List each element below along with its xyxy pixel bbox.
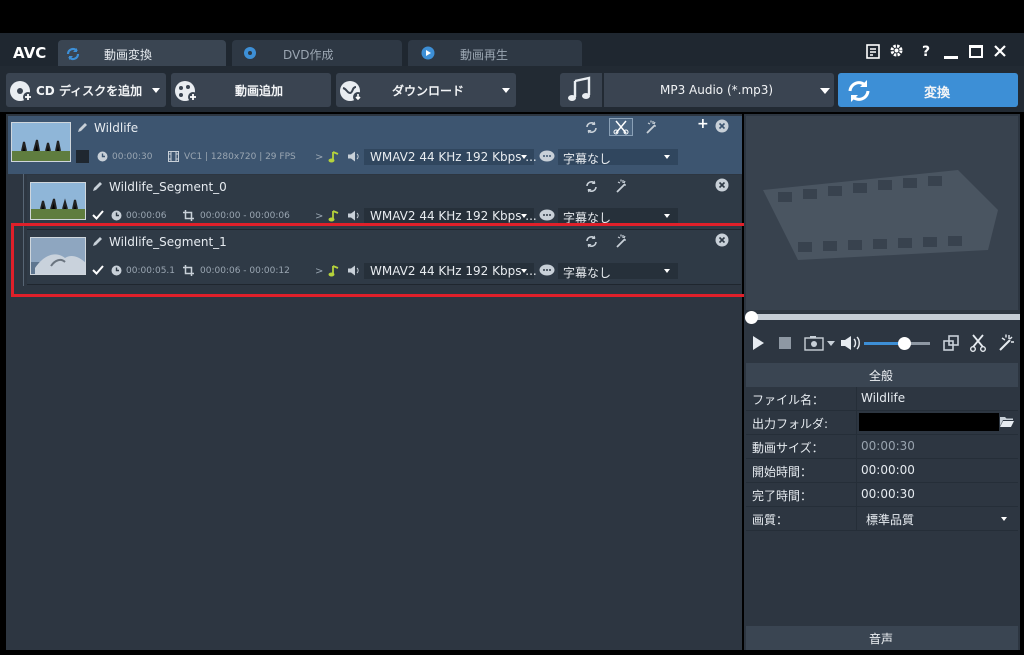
copy-icon[interactable]	[943, 335, 960, 352]
film-strip-icon	[168, 151, 179, 162]
audio-track-value: WMAV2 44 KHz 192 Kbps ...	[370, 209, 537, 223]
help-icon[interactable]: ?	[922, 44, 930, 60]
magic-wand-icon[interactable]	[644, 120, 658, 134]
tab-label: DVD作成	[283, 48, 334, 62]
add-video-label: 動画追加	[235, 84, 284, 98]
film-reel-icon	[758, 150, 1008, 270]
play-circle-icon	[421, 46, 435, 60]
format-divider	[602, 73, 604, 107]
property-label: 出力フォルダ:	[752, 417, 829, 431]
stop-icon[interactable]	[779, 337, 791, 349]
scissors-icon[interactable]	[969, 334, 987, 352]
seek-track[interactable]	[746, 314, 1020, 320]
property-label: 開始時間：	[752, 465, 813, 479]
chevron-right-icon[interactable]: >	[315, 152, 323, 163]
property-label: 画質：	[752, 513, 789, 527]
rotate-icon[interactable]	[585, 121, 598, 134]
checkmark-icon[interactable]	[92, 209, 104, 221]
camera-icon[interactable]	[804, 335, 824, 351]
file-name: Wildlife_Segment_0	[109, 180, 227, 194]
gear-icon[interactable]	[889, 43, 904, 58]
chevron-down-icon[interactable]	[152, 88, 160, 93]
audio-section-title: 音声	[869, 632, 894, 646]
output-folder-field[interactable]	[859, 413, 999, 431]
column-divider	[856, 387, 857, 531]
chevron-down-icon[interactable]	[820, 88, 830, 94]
property-label: 完了時間：	[752, 489, 813, 503]
properties-title: 全般	[869, 369, 894, 383]
remove-circle-icon[interactable]	[715, 119, 729, 133]
list-icon[interactable]	[866, 44, 881, 59]
subtitle-value: 字幕なし	[563, 152, 612, 166]
folder-open-icon[interactable]	[999, 415, 1015, 428]
subtitle-bubble-icon	[539, 150, 555, 163]
property-value: 00:00:30	[861, 439, 915, 453]
minimize-icon[interactable]	[944, 56, 958, 59]
seek-handle[interactable]	[745, 311, 758, 324]
remove-circle-icon[interactable]	[715, 178, 729, 192]
property-value: 標準品質	[866, 513, 915, 527]
file-name: Wildlife	[94, 121, 139, 135]
chevron-down-icon	[1001, 517, 1007, 521]
chevron-down-icon	[664, 214, 670, 218]
chevron-down-icon	[521, 214, 527, 218]
disc-icon	[243, 46, 257, 60]
app-logo: AVC	[13, 44, 47, 62]
property-value: Wildlife	[861, 391, 906, 405]
crop-icon	[183, 210, 194, 221]
chevron-down-icon	[664, 155, 670, 159]
music-note-icon	[566, 76, 594, 104]
subtitle-bubble-icon	[539, 209, 555, 222]
convert-label: 変換	[924, 86, 951, 101]
video-thumbnail	[11, 122, 71, 162]
edit-pencil-icon[interactable]	[92, 181, 103, 192]
magic-wand-icon[interactable]	[614, 179, 628, 193]
audio-note-icon	[328, 150, 340, 163]
convert-refresh-icon	[846, 78, 872, 104]
play-icon[interactable]	[753, 336, 764, 350]
property-label: 動画サイズ：	[752, 441, 824, 455]
duration: 00:00:06	[126, 211, 167, 221]
property-label: ファイル名：	[752, 393, 825, 407]
volume-icon[interactable]	[840, 335, 862, 351]
audio-note-icon	[328, 209, 340, 222]
add-icon[interactable]: +	[697, 116, 709, 132]
volume-knob[interactable]	[897, 337, 911, 350]
chevron-down-icon[interactable]	[502, 88, 510, 93]
video-info: VC1 | 1280x720 | 29 FPS	[184, 152, 296, 162]
film-add-icon	[173, 78, 199, 104]
download-label: ダウンロード	[392, 84, 465, 98]
close-icon[interactable]	[993, 44, 1007, 58]
tab-label: 動画変換	[104, 48, 153, 62]
chevron-down-icon[interactable]	[827, 341, 835, 346]
maximize-icon[interactable]	[969, 45, 983, 58]
speaker-icon	[347, 210, 361, 221]
audio-track-value: WMAV2 44 KHz 192 Kbps ...	[370, 150, 537, 164]
property-value[interactable]: 00:00:00	[861, 463, 915, 477]
rotate-icon[interactable]	[585, 180, 598, 193]
refresh-icon	[66, 47, 80, 61]
video-thumbnail	[30, 182, 86, 220]
output-format-label: MP3 Audio (*.mp3)	[660, 83, 774, 97]
chevron-right-icon[interactable]: >	[315, 211, 323, 222]
checkbox-unchecked[interactable]	[76, 150, 89, 163]
clock-icon	[97, 151, 108, 162]
globe-download-icon	[338, 78, 364, 104]
edit-pencil-icon[interactable]	[77, 122, 88, 133]
time-range: 00:00:00 - 00:00:06	[200, 211, 290, 221]
duration: 00:00:30	[112, 152, 153, 162]
magic-wand-icon[interactable]	[997, 334, 1015, 352]
scissors-icon[interactable]	[609, 118, 633, 136]
speaker-icon	[347, 151, 361, 162]
clock-icon	[111, 210, 122, 221]
add-disc-label: CD ディスクを追加	[36, 84, 143, 98]
highlight-box	[11, 223, 753, 297]
tab-label: 動画再生	[460, 48, 509, 62]
chevron-down-icon	[521, 155, 527, 159]
property-value[interactable]: 00:00:30	[861, 487, 915, 501]
disc-add-icon	[8, 78, 34, 104]
